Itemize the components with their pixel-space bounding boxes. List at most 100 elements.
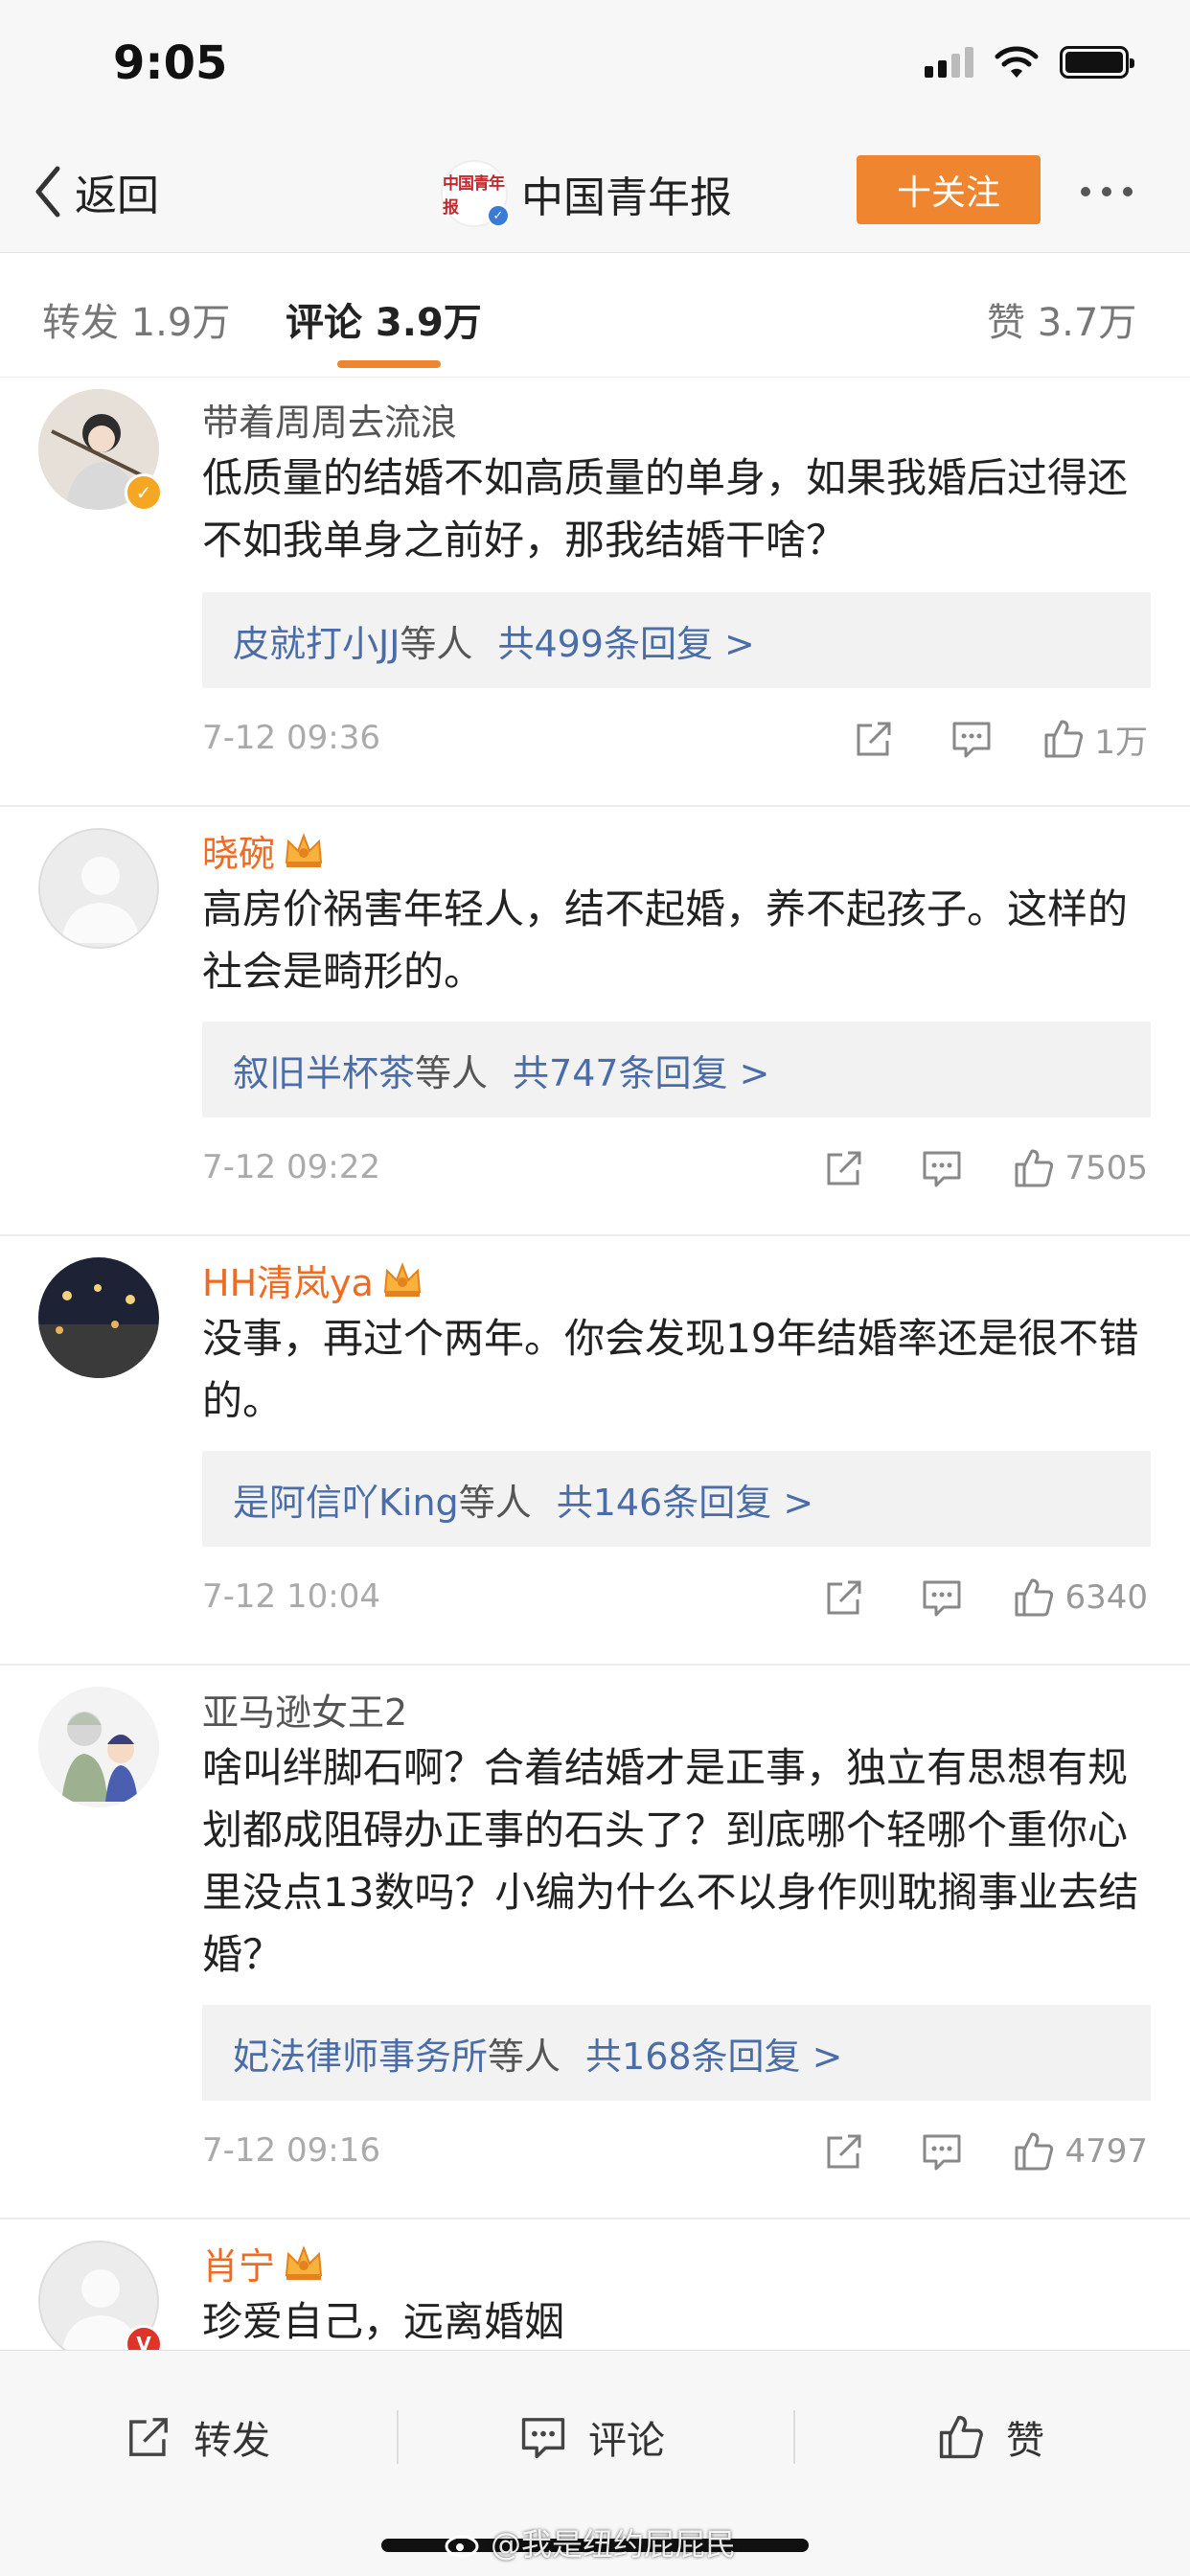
comment-button[interactable] xyxy=(921,2130,963,2173)
commenter-name[interactable]: 肖宁 xyxy=(202,2237,325,2289)
comment-actions: 6340 xyxy=(823,1574,1148,1622)
default-avatar-icon xyxy=(40,830,157,947)
thumbs-up-icon xyxy=(939,2415,983,2459)
comment-time: 7-12 09:22 xyxy=(202,1148,380,1186)
share-icon xyxy=(129,2418,168,2456)
tab-repost[interactable]: 转发 1.9万 xyxy=(42,291,230,347)
bottom-like-button[interactable]: 赞 xyxy=(937,2408,1044,2466)
commenter-name[interactable]: HH清岚ya xyxy=(202,1254,423,1306)
active-tab-indicator xyxy=(337,360,441,368)
bottom-comment-button[interactable]: 评论 xyxy=(519,2408,665,2466)
vip-crown-icon xyxy=(285,832,323,867)
status-bar: 9:05 xyxy=(0,0,1190,134)
comment-text: 低质量的结婚不如高质量的单身，如果我婚后过得还不如我单身之前好，那我结婚干啥？ xyxy=(202,454,1129,564)
reply-total[interactable]: 共747条回复 > xyxy=(513,1044,769,1096)
comment-item: 亚马逊女王2 啥叫绊脚石啊？合着结婚才是正事，独立有思想有规划都成阻碍办正事的石… xyxy=(0,1666,1190,2220)
replies-summary[interactable]: 叙旧半杯茶 等人 共747条回复 > xyxy=(202,1022,1151,1117)
commenter-name-text: 晓碗 xyxy=(202,833,276,875)
comment-icon xyxy=(952,722,991,758)
reply-users-suffix: 等人 xyxy=(458,1481,532,1524)
reply-users-suffix: 等人 xyxy=(400,622,473,665)
thumbs-up-icon xyxy=(1044,720,1084,758)
comment-list: ✓ 带着周周去流浪 低质量的结婚不如高质量的单身，如果我婚后过得还不如我单身之前… xyxy=(0,378,1190,2350)
reply-users[interactable]: 是阿信吖King xyxy=(233,1473,459,1526)
commenter-name[interactable]: 带着周周去流浪 xyxy=(202,393,457,446)
tab-comments[interactable]: 评论 3.9万 xyxy=(286,291,482,347)
share-button[interactable] xyxy=(853,718,895,760)
wifi-icon xyxy=(995,46,1039,78)
cellular-signal-icon xyxy=(925,47,973,78)
reply-users[interactable]: 妃法律师事务所 xyxy=(233,2027,488,2080)
comment-text: 啥叫绊脚石啊？合着结婚才是正事，独立有思想有规划都成阻碍办正事的石头了？到底哪个… xyxy=(202,1744,1139,1978)
replies-summary[interactable]: 妃法律师事务所 等人 共168条回复 > xyxy=(202,2005,1151,2101)
reply-total[interactable]: 共168条回复 > xyxy=(585,2027,842,2080)
commenter-name-text: 带着周周去流浪 xyxy=(202,402,458,444)
comment-button[interactable] xyxy=(921,1576,963,1619)
thumbs-up-icon xyxy=(1015,1578,1054,1617)
comment-icon xyxy=(923,1580,961,1617)
follow-button[interactable]: 十关注 xyxy=(857,155,1041,224)
comment-button[interactable] xyxy=(921,1147,963,1189)
replies-summary[interactable]: 皮就打小JJ 等人 共499条回复 > xyxy=(202,592,1151,688)
comment-item: V 肖宁 珍爱自己，远离婚姻 xyxy=(0,2220,1190,2350)
like-button[interactable]: 7505 xyxy=(1013,1147,1148,1189)
replies-summary[interactable]: 是阿信吖King 等人 共146条回复 > xyxy=(202,1451,1151,1547)
comment-actions: 4797 xyxy=(823,2128,1148,2175)
reply-total[interactable]: 共499条回复 > xyxy=(497,614,754,667)
like-count: 4797 xyxy=(1064,2132,1148,2171)
account-header[interactable]: 中国青年报 ✓ 中国青年报 xyxy=(441,157,732,230)
comment-text: 珍爱自己，远离婚姻 xyxy=(202,2298,565,2345)
avatar-image xyxy=(38,1687,159,1807)
like-button[interactable]: 1万 xyxy=(1042,716,1148,763)
reply-users[interactable]: 叙旧半杯茶 xyxy=(233,1044,415,1096)
comment-actions: 1万 xyxy=(853,715,1148,763)
bottom-like-label: 赞 xyxy=(1006,2419,1044,2463)
commenter-name[interactable]: 晓碗 xyxy=(202,824,325,877)
reply-users[interactable]: 皮就打小JJ xyxy=(233,614,400,667)
share-icon xyxy=(827,1151,861,1185)
chevron-left-icon xyxy=(35,166,60,218)
account-avatar[interactable]: 中国青年报 ✓ xyxy=(441,160,510,227)
like-button[interactable]: 4797 xyxy=(1013,2130,1148,2173)
comment-time: 7-12 09:36 xyxy=(202,719,380,757)
comment-icon xyxy=(923,2134,961,2171)
tab-likes[interactable]: 赞 3.7万 xyxy=(987,291,1136,347)
comment-button[interactable] xyxy=(950,718,993,760)
reply-users-suffix: 等人 xyxy=(415,1051,489,1094)
watermark: @我是纽约屁屁民 xyxy=(445,2520,736,2564)
share-button[interactable] xyxy=(823,1147,865,1189)
reply-total[interactable]: 共146条回复 > xyxy=(557,1473,813,1526)
commenter-name-text: 肖宁 xyxy=(202,2245,276,2288)
avatar[interactable] xyxy=(38,1687,159,1807)
commenter-name[interactable]: 亚马逊女王2 xyxy=(202,1683,407,1736)
separator xyxy=(397,2410,399,2464)
share-button[interactable] xyxy=(823,2130,865,2173)
avatar[interactable] xyxy=(38,828,159,949)
vip-crown-icon xyxy=(383,1261,422,1297)
like-count: 7505 xyxy=(1064,1149,1148,1187)
avatar-image xyxy=(38,1257,159,1378)
more-options-icon[interactable] xyxy=(1081,172,1133,211)
vip-crown-icon xyxy=(285,2244,323,2280)
back-label: 返回 xyxy=(75,172,159,220)
comment-time: 7-12 09:16 xyxy=(202,2131,380,2170)
bottom-repost-button[interactable]: 转发 xyxy=(125,2408,270,2466)
share-icon xyxy=(827,1580,861,1615)
back-button[interactable]: 返回 xyxy=(29,161,159,222)
avatar[interactable] xyxy=(38,1257,159,1378)
comment-item: 晓碗 高房价祸害年轻人，结不起婚，养不起孩子。这样的社会是畸形的。 叙旧半杯茶等… xyxy=(0,807,1190,1236)
comment-item: ✓ 带着周周去流浪 低质量的结婚不如高质量的单身，如果我婚后过得还不如我单身之前… xyxy=(0,378,1190,807)
comment-icon xyxy=(521,2418,565,2459)
commenter-name-text: HH清岚ya xyxy=(202,1262,374,1304)
comment-text: 高房价祸害年轻人，结不起婚，养不起孩子。这样的社会是畸形的。 xyxy=(202,886,1129,995)
bottom-repost-label: 转发 xyxy=(194,2419,270,2463)
share-button[interactable] xyxy=(823,1576,865,1619)
battery-icon xyxy=(1060,46,1134,79)
thumbs-up-icon xyxy=(1015,1149,1054,1187)
status-icons xyxy=(925,46,1134,79)
nav-bar: 返回 中国青年报 ✓ 中国青年报 十关注 xyxy=(0,134,1190,253)
comment-item: HH清岚ya 没事，再过个两年。你会发现19年结婚率还是很不错的。 是阿信吖Ki… xyxy=(0,1236,1190,1666)
comment-actions: 7505 xyxy=(823,1144,1148,1192)
like-button[interactable]: 6340 xyxy=(1013,1576,1148,1619)
bottom-comment-label: 评论 xyxy=(588,2419,665,2463)
